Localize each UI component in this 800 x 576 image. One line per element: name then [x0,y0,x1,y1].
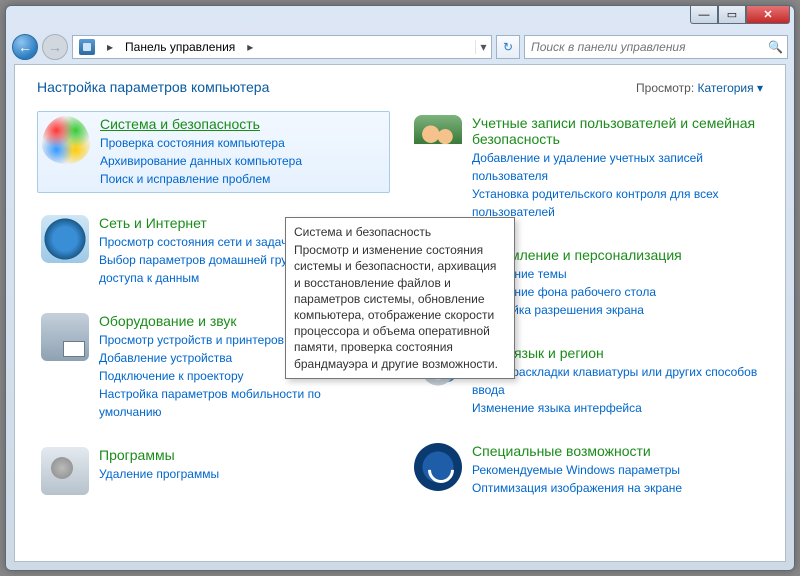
maximize-button[interactable]: ▭ [718,6,746,24]
header-row: Настройка параметров компьютера Просмотр… [37,79,763,95]
view-value[interactable]: Категория ▾ [698,81,763,95]
category-link[interactable]: Изменение фона рабочего стола [472,283,759,301]
category-link[interactable]: Оптимизация изображения на экране [472,479,759,497]
breadcrumb-sep-root[interactable]: ▸ [101,40,119,54]
category-title[interactable]: Система и безопасность [100,116,385,132]
category-link[interactable]: Смена раскладки клавиатуры или других сп… [472,363,759,399]
back-button[interactable]: ← [12,34,38,60]
category-link[interactable]: Установка родительского контроля для все… [472,185,759,221]
view-label: Просмотр: [636,81,694,95]
search-input[interactable] [529,39,768,55]
window-controls: — ▭ ✕ [690,6,790,24]
nav-bar: ← → ▸ Панель управления ▸ ▾ ↻ 🔍 [6,30,794,64]
category-system-security[interactable]: Система и безопасность Проверка состояни… [37,111,390,193]
category-ease-of-access[interactable]: Специальные возможности Рекомендуемые Wi… [410,439,763,501]
category-link[interactable]: Архивирование данных компьютера [100,152,385,170]
category-link[interactable]: Изменение темы [472,265,759,283]
category-link[interactable]: Добавление и удаление учетных записей по… [472,149,759,185]
category-title[interactable]: Оформление и персонализация [472,247,759,263]
forward-button[interactable]: → [42,34,68,60]
category-programs[interactable]: Программы Удаление программы [37,443,390,499]
tooltip: Система и безопасность Просмотр и измене… [285,217,515,379]
view-selector[interactable]: Просмотр: Категория ▾ [636,81,763,95]
content-area: Настройка параметров компьютера Просмотр… [14,64,786,562]
search-icon[interactable]: 🔍 [768,40,783,54]
tooltip-title: Система и безопасность [294,224,506,240]
address-dropdown[interactable]: ▾ [475,40,491,54]
category-link[interactable]: Настройка разрешения экрана [472,301,759,319]
titlebar[interactable]: — ▭ ✕ [6,6,794,30]
search-box[interactable]: 🔍 [524,35,788,59]
window-frame: — ▭ ✕ ← → ▸ Панель управления ▸ ▾ ↻ 🔍 На… [5,5,795,571]
breadcrumb[interactable]: Панель управления [119,40,241,54]
printer-icon [41,313,89,361]
page-title: Настройка параметров компьютера [37,79,269,95]
tooltip-body: Просмотр и изменение состояния системы и… [294,242,506,372]
category-title[interactable]: Часы, язык и регион [472,345,759,361]
refresh-button[interactable]: ↻ [496,35,520,59]
category-link[interactable]: Поиск и исправление проблем [100,170,385,188]
category-title[interactable]: Специальные возможности [472,443,759,459]
category-user-accounts[interactable]: Учетные записи пользователей и семейная … [410,111,763,225]
globe-network-icon [41,215,89,263]
disc-box-icon [41,447,89,495]
category-title[interactable]: Учетные записи пользователей и семейная … [472,115,759,147]
minimize-button[interactable]: — [690,6,718,24]
category-link[interactable]: Удаление программы [99,465,386,483]
close-button[interactable]: ✕ [746,6,790,24]
shield-icon [42,116,90,164]
category-link[interactable]: Настройка параметров мобильности по умол… [99,385,386,421]
category-link[interactable]: Изменение языка интерфейса [472,399,759,417]
address-bar[interactable]: ▸ Панель управления ▸ ▾ [72,35,492,59]
users-icon [414,115,462,163]
ease-of-access-icon [414,443,462,491]
category-link[interactable]: Проверка состояния компьютера [100,134,385,152]
category-title[interactable]: Программы [99,447,386,463]
breadcrumb-sep[interactable]: ▸ [241,40,259,54]
control-panel-icon [77,37,97,57]
category-link[interactable]: Рекомендуемые Windows параметры [472,461,759,479]
